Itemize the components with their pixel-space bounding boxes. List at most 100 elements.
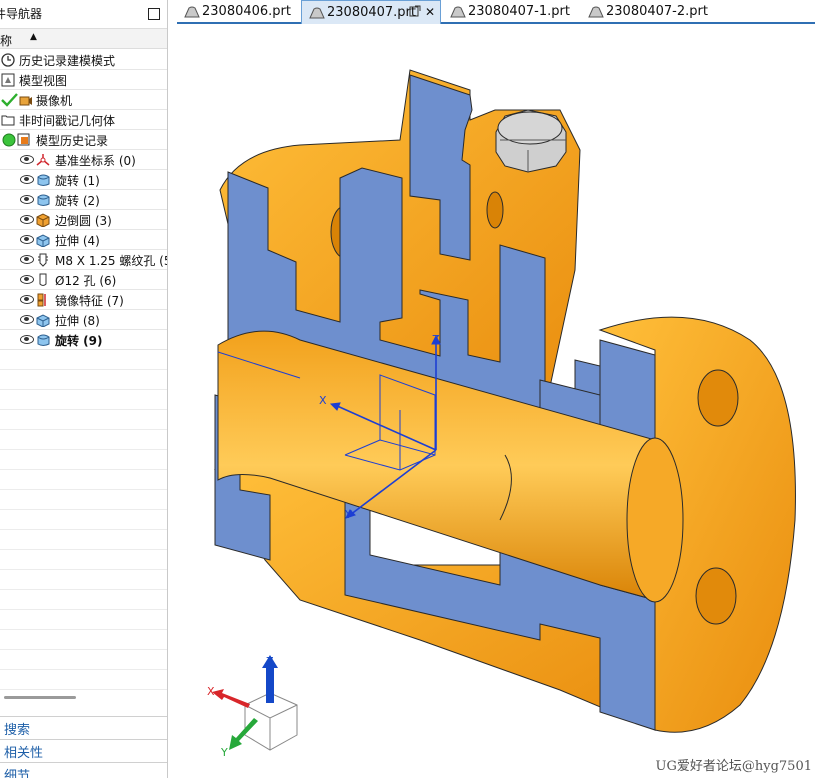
navigator-item-label: 拉伸 (4) [55, 234, 100, 248]
feature-row-mirror[interactable]: 镜像特征 (7) [0, 290, 167, 310]
navigator-item-unused-geometry[interactable]: 非时间戳记几何体 [0, 110, 167, 130]
eye-icon[interactable] [20, 335, 34, 344]
feature-row-hole[interactable]: Ø12 孔 (6) [0, 270, 167, 290]
threaded-hole-icon [38, 253, 48, 267]
wcs-y-label: Y [344, 508, 352, 521]
triad-y-label: Y [220, 746, 228, 759]
empty-row [0, 570, 167, 590]
eye-icon[interactable] [20, 195, 34, 204]
feature-row-datum-csys[interactable]: 基准坐标系 (0) [0, 150, 167, 170]
tab-label: 23080406.prt [202, 4, 291, 19]
navigator-item-label: 摄像机 [36, 94, 73, 108]
navigator-item-label: 镜像特征 (7) [55, 294, 124, 308]
empty-row [0, 450, 167, 470]
camera-icon [19, 96, 32, 106]
triad-x-label: X [207, 685, 215, 698]
feature-row-revolve-9[interactable]: 旋转 (9) [0, 330, 167, 350]
model-render: Z X Y Z X Y [207, 69, 796, 759]
green-ball-icon [2, 133, 16, 147]
revolve-icon [37, 174, 50, 186]
part-file-icon [184, 6, 200, 18]
tab-label: 23080407-2.prt [606, 4, 708, 19]
part-file-icon [309, 7, 325, 19]
navigator-item-label: 边倒圆 (3) [55, 214, 112, 228]
empty-row [0, 430, 167, 450]
empty-row [0, 590, 167, 610]
eye-icon[interactable] [20, 155, 34, 164]
navigator-item-model-history[interactable]: 模型历史记录 [0, 130, 167, 150]
column-header-label: 称 [0, 34, 13, 48]
eye-icon[interactable] [20, 295, 34, 304]
eye-icon[interactable] [20, 275, 34, 284]
eye-icon[interactable] [20, 255, 34, 264]
eye-icon[interactable] [20, 315, 34, 324]
navigator-item-label: 模型历史记录 [36, 134, 109, 148]
navigator-item-history-mode[interactable]: 历史记录建模模式 [0, 50, 167, 70]
maximize-icon[interactable] [148, 8, 160, 20]
empty-row [0, 630, 167, 650]
empty-row [0, 670, 167, 690]
empty-row [0, 510, 167, 530]
empty-row [0, 650, 167, 670]
tab-23080407-1[interactable]: 23080407-1.prt [443, 0, 581, 24]
eye-icon[interactable] [20, 235, 34, 244]
empty-row [0, 410, 167, 430]
navigator-item-cameras[interactable]: 摄像机 [0, 90, 167, 110]
edge-blend-icon [36, 213, 50, 227]
navigator-item-model-views[interactable]: 模型视图 [0, 70, 167, 90]
eye-icon[interactable] [20, 215, 34, 224]
column-header[interactable]: 称 ▲ [0, 28, 167, 49]
tab-23080407[interactable]: 23080407.prt ✕ [301, 0, 441, 24]
part-file-icon [450, 6, 466, 18]
wcs-x-label: X [319, 394, 327, 407]
model-views-icon [1, 73, 15, 87]
navigator-item-label: 模型视图 [19, 74, 68, 88]
navigator-item-label: Ø12 孔 (6) [55, 274, 117, 288]
part-navigator: 件导航器 称 ▲ 历史记录建模模式 模型视图 摄像机 [0, 0, 168, 778]
wcs-z-label: Z [432, 333, 440, 346]
clock-icon [1, 53, 15, 67]
check-icon [1, 93, 18, 107]
datum-csys-icon [36, 154, 50, 166]
empty-row [0, 490, 167, 510]
navigator-item-label: 旋转 (1) [55, 174, 100, 188]
sort-ascending-icon[interactable]: ▲ [30, 32, 37, 42]
watermark: UG爱好者论坛@hyg7501 [655, 759, 812, 774]
navigator-item-label: M8 X 1.25 螺纹孔 (5 [55, 254, 168, 268]
mirror-feature-icon [37, 293, 46, 307]
tab-23080407-2[interactable]: 23080407-2.prt [581, 0, 721, 24]
feature-row-extrude-4[interactable]: 拉伸 (4) [0, 230, 167, 250]
triad-z-label: Z [266, 655, 274, 668]
extrude-icon [36, 234, 50, 247]
tab-pin-icon[interactable] [409, 5, 421, 18]
feature-row-edge-blend[interactable]: 边倒圆 (3) [0, 210, 167, 230]
tab-label: 23080407-1.prt [468, 4, 570, 19]
details-panel-tab[interactable]: 细节 [0, 762, 167, 778]
document-tabs: 23080406.prt 23080407.prt ✕ 23080407-1.p… [177, 0, 815, 24]
feature-row-revolve-2[interactable]: 旋转 (2) [0, 190, 167, 210]
horizontal-scrollbar[interactable] [4, 696, 76, 699]
revolve-icon [37, 194, 50, 206]
feature-row-extrude-8[interactable]: 拉伸 (8) [0, 310, 167, 330]
view-triad[interactable] [212, 655, 298, 751]
feature-row-revolve-1[interactable]: 旋转 (1) [0, 170, 167, 190]
empty-row [0, 610, 167, 630]
empty-row [0, 370, 167, 390]
empty-row [0, 350, 167, 370]
extrude-icon [36, 314, 50, 327]
tab-23080406[interactable]: 23080406.prt [177, 0, 299, 24]
dependencies-panel-tab[interactable]: 相关性 [0, 739, 167, 761]
empty-row [0, 470, 167, 490]
navigator-title: 件导航器 [0, 7, 43, 21]
empty-row [0, 530, 167, 550]
search-panel-tab[interactable]: 搜索 [0, 716, 167, 738]
graphics-window[interactable]: Z X Y Z X Y UG爱好者论坛@hyg7501 [177, 26, 815, 778]
empty-row [0, 550, 167, 570]
navigator-header: 件导航器 [0, 0, 167, 27]
navigator-item-label: 基准坐标系 (0) [55, 154, 136, 168]
close-icon[interactable]: ✕ [425, 5, 435, 19]
empty-row [0, 390, 167, 410]
feature-row-threaded-hole[interactable]: M8 X 1.25 螺纹孔 (5 [0, 250, 168, 270]
navigator-item-label: 旋转 (9) [55, 334, 103, 348]
eye-icon[interactable] [20, 175, 34, 184]
